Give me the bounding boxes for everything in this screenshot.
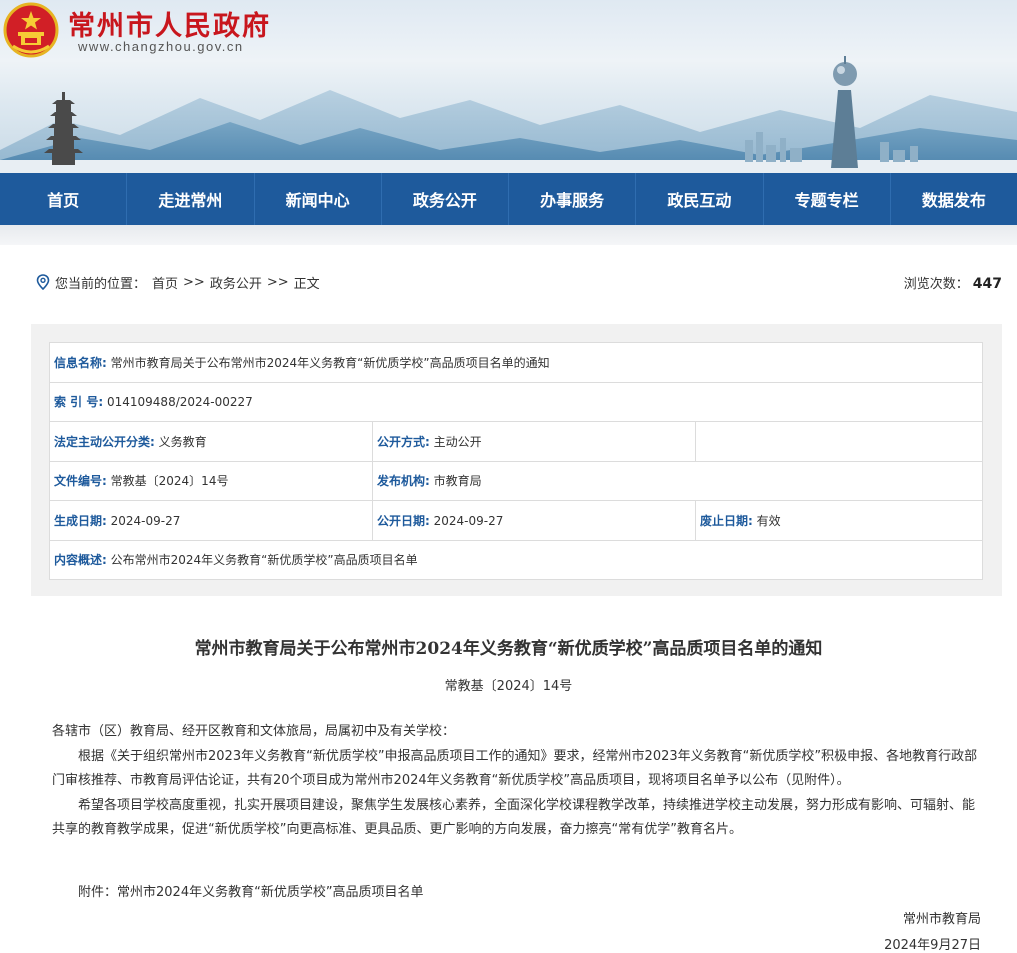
- nav-shadow-divider: [0, 225, 1017, 245]
- table-row: 信息名称: 常州市教育局关于公布常州市2024年义务教育“新优质学校”高品质项目…: [49, 342, 983, 383]
- main-nav: 首页 走进常州 新闻中心 政务公开 办事服务 政民互动 专题专栏 数据发布: [0, 173, 1017, 225]
- nav-home[interactable]: 首页: [0, 173, 128, 225]
- table-row: 生成日期: 2024-09-27 公开日期: 2024-09-27 废止日期: …: [49, 500, 983, 541]
- article-date: 2024年9月27日: [884, 938, 981, 953]
- article-paragraph: 根据《关于组织常州市2023年义务教育“新优质学校”申报高品质项目工作的通知》要…: [52, 748, 978, 789]
- info-value: 2024-09-27: [433, 513, 504, 528]
- breadcrumb-home[interactable]: 首页: [152, 273, 178, 292]
- info-value: 主动公开: [433, 434, 482, 449]
- table-row: 法定主动公开分类: 义务教育 公开方式: 主动公开: [49, 421, 983, 462]
- info-published-cell: 公开日期: 2024-09-27: [372, 500, 696, 541]
- info-expiry-cell: 废止日期: 有效: [695, 500, 983, 541]
- table-row: 文件编号: 常教基〔2024〕14号 发布机构: 市教育局: [49, 460, 983, 501]
- info-value: 市教育局: [433, 474, 482, 489]
- info-label: 废止日期:: [700, 513, 753, 528]
- info-panel: 信息名称: 常州市教育局关于公布常州市2024年义务教育“新优质学校”高品质项目…: [31, 324, 1002, 596]
- info-label: 公开方式:: [377, 434, 430, 449]
- table-row: 索 引 号: 014109488/2024-00227: [49, 381, 983, 422]
- info-category-cell: 法定主动公开分类: 义务教育: [49, 421, 373, 462]
- article-paragraph: 希望各项目学校高度重视，扎实开展项目建设，聚焦学生发展核心素养，全面深化学校课程…: [52, 797, 976, 838]
- info-value: 义务教育: [158, 434, 207, 449]
- info-issuer-cell: 发布机构: 市教育局: [372, 460, 983, 501]
- view-count-label: 浏览次数：: [903, 277, 969, 292]
- site-url: www.changzhou.gov.cn: [78, 39, 244, 54]
- article-title: 常州市教育局关于公布常州市2024年义务教育“新优质学校”高品质项目名单的通知: [194, 639, 823, 659]
- info-index-cell: 索 引 号: 014109488/2024-00227: [49, 381, 983, 422]
- header-banner: 常州市人民政府 www.changzhou.gov.cn: [0, 0, 1017, 173]
- nav-government-affairs[interactable]: 政务公开: [382, 173, 509, 225]
- table-row: 内容概述: 公布常州市2024年义务教育“新优质学校”高品质项目名单: [49, 539, 983, 580]
- info-created-cell: 生成日期: 2024-09-27: [49, 500, 373, 541]
- info-docno-cell: 文件编号: 常教基〔2024〕14号: [49, 460, 373, 501]
- nav-data-release[interactable]: 数据发布: [891, 173, 1017, 225]
- info-value: 常州市教育局关于公布常州市2024年义务教育“新优质学校”高品质项目名单的通知: [110, 355, 550, 370]
- breadcrumb-government-affairs[interactable]: 政务公开: [210, 273, 262, 292]
- info-summary-cell: 内容概述: 公布常州市2024年义务教育“新优质学校”高品质项目名单: [49, 539, 983, 580]
- article-body: 各辖市（区）教育局、经开区教育和文体旅局，局属初中及有关学校： 根据《关于组织常…: [52, 720, 982, 843]
- info-label: 发布机构:: [377, 474, 430, 489]
- info-label: 法定主动公开分类:: [54, 434, 155, 449]
- info-value: 公布常州市2024年义务教育“新优质学校”高品质项目名单: [110, 553, 418, 568]
- info-empty-cell: [695, 421, 983, 462]
- breadcrumb: 您当前的位置： 首页 >> 政务公开 >> 正文: [36, 272, 1004, 292]
- breadcrumb-prefix: 您当前的位置：: [55, 276, 147, 292]
- breadcrumb-separator: >>: [266, 274, 289, 290]
- info-label: 索 引 号:: [54, 395, 104, 410]
- article-salutation: 各辖市（区）教育局、经开区教育和文体旅局，局属初中及有关学校：: [52, 724, 456, 739]
- nav-interaction[interactable]: 政民互动: [636, 173, 764, 225]
- tv-tower-icon: [831, 56, 858, 168]
- info-method-cell: 公开方式: 主动公开: [372, 421, 696, 462]
- nav-topics[interactable]: 专题专栏: [764, 173, 891, 225]
- info-label: 生成日期:: [54, 513, 107, 528]
- article-doc-number: 常教基〔2024〕14号: [444, 679, 573, 694]
- info-value: 有效: [756, 513, 781, 528]
- view-count: 浏览次数： 447: [904, 273, 1002, 292]
- article-signature: 常州市教育局 2024年9月27日: [884, 907, 981, 953]
- site-title[interactable]: 常州市人民政府: [68, 4, 271, 43]
- nav-news-center[interactable]: 新闻中心: [255, 173, 382, 225]
- info-value: 2024-09-27: [110, 513, 181, 528]
- info-value: 常教基〔2024〕14号: [110, 474, 229, 489]
- nav-about-changzhou[interactable]: 走进常州: [127, 173, 255, 225]
- info-label: 公开日期:: [377, 513, 430, 528]
- info-table: 信息名称: 常州市教育局关于公布常州市2024年义务教育“新优质学校”高品质项目…: [49, 342, 983, 580]
- info-name-cell: 信息名称: 常州市教育局关于公布常州市2024年义务教育“新优质学校”高品质项目…: [49, 342, 983, 383]
- breadcrumb-current: 正文: [293, 276, 320, 292]
- location-pin-icon: [36, 274, 50, 290]
- nav-services[interactable]: 办事服务: [509, 173, 637, 225]
- info-label: 内容概述:: [54, 553, 107, 568]
- info-label: 文件编号:: [54, 474, 107, 489]
- article-attachment-link[interactable]: 附件：常州市2024年义务教育“新优质学校”高品质项目名单: [78, 881, 424, 900]
- info-value: 014109488/2024-00227: [106, 395, 253, 410]
- view-count-value: 447: [972, 276, 1002, 292]
- breadcrumb-separator: >>: [183, 274, 205, 290]
- national-emblem-icon: [3, 2, 59, 58]
- article-signer: 常州市教育局: [902, 912, 981, 927]
- info-label: 信息名称:: [54, 355, 107, 370]
